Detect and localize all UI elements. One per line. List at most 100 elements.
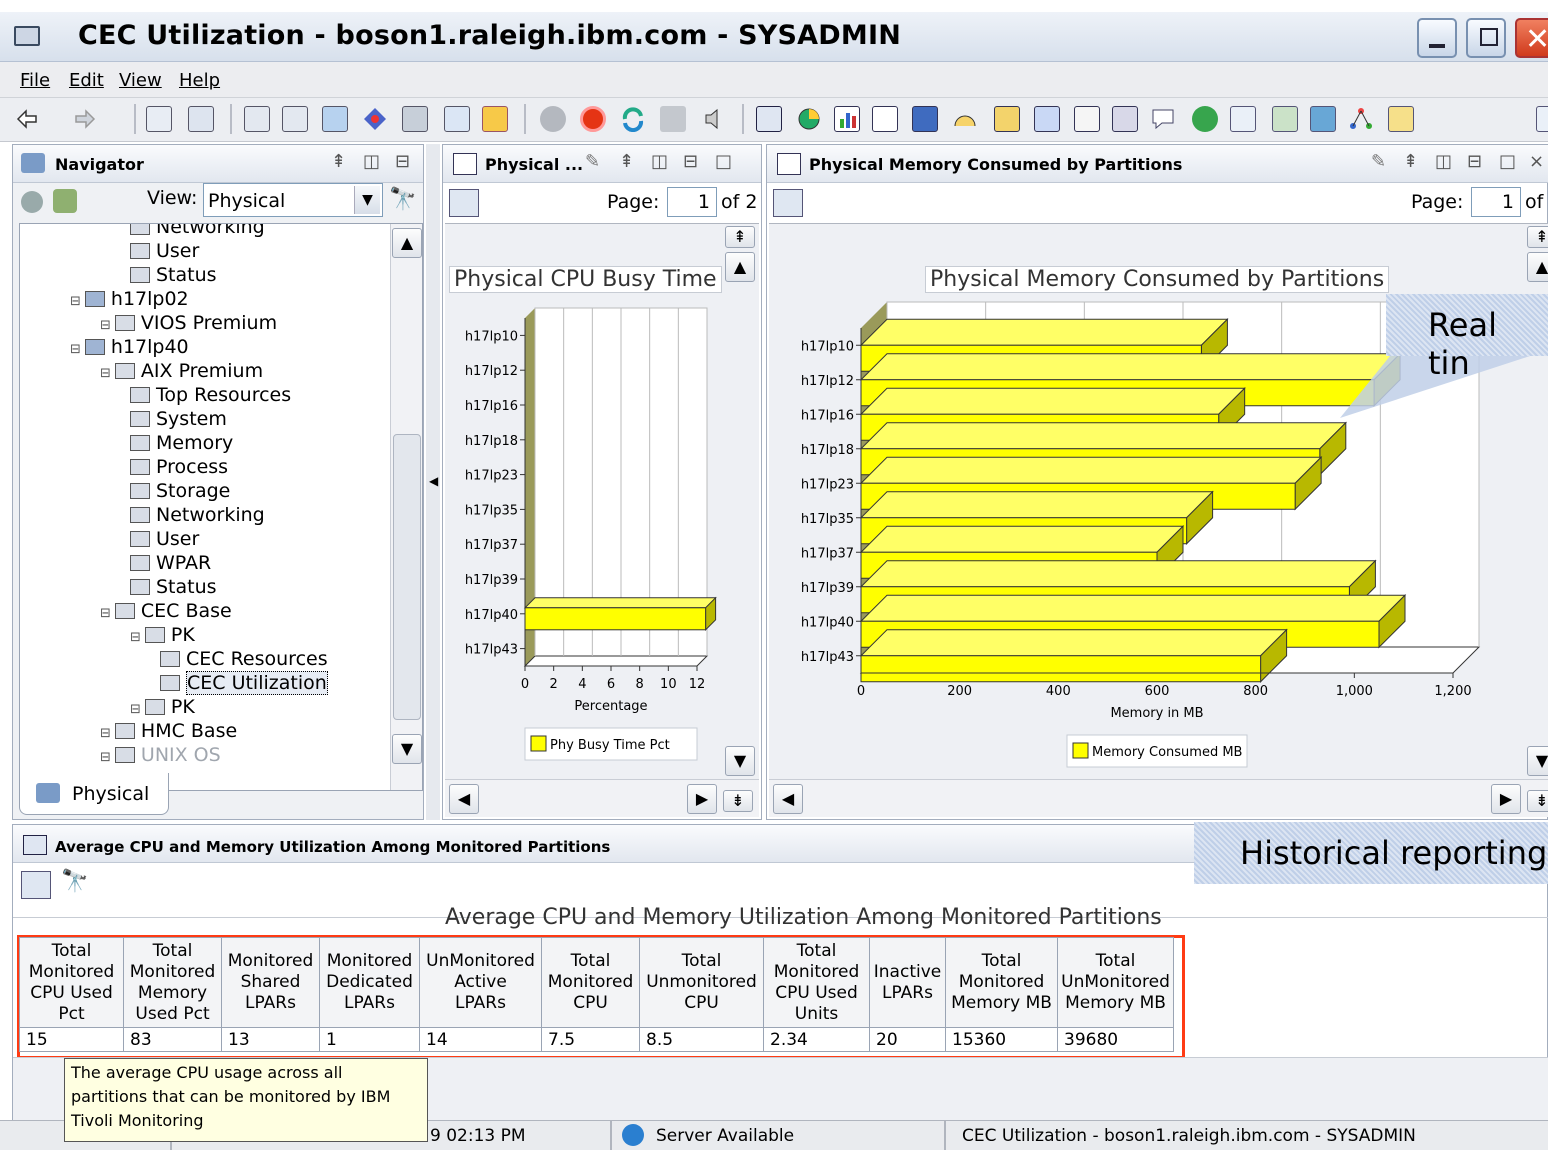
layout-table-icon[interactable] [1388,106,1414,132]
tree-item[interactable]: ⊟ h17lp02 [70,288,189,310]
chevron-down-icon[interactable]: ▼ [354,186,380,214]
column-header[interactable]: UnMonitored Active LPARs [419,937,542,1028]
collapse-left-icon[interactable]: ◀ [429,474,438,488]
split-horizontal-icon[interactable]: ⊟ [683,151,698,172]
topology-icon[interactable] [1310,106,1336,132]
find-icon[interactable]: 🔭 [389,187,416,212]
menu-edit[interactable]: Edit [69,70,104,91]
split-vertical-icon[interactable]: ◫ [363,151,380,172]
message-icon[interactable] [1150,106,1176,132]
tree-item[interactable]: Top Resources [130,384,291,406]
scroll-left-icon[interactable]: ◀ [773,784,803,814]
tree-scroll-thumb[interactable] [393,434,421,720]
back-icon[interactable] [14,106,40,132]
column-header[interactable]: Total UnMonitored Memory MB [1057,937,1174,1028]
new-workspace-icon[interactable] [146,106,172,132]
tree-item[interactable]: Memory [130,432,233,454]
edit-icon[interactable]: ✎ [585,151,600,172]
splitter[interactable]: ◀ [426,144,440,820]
edit-icon[interactable]: ✎ [1371,151,1386,172]
maximize-icon[interactable]: ⇞ [1403,151,1418,172]
graph-icon[interactable] [1348,106,1374,132]
column-header[interactable]: Total Monitored Memory MB [945,937,1058,1028]
tree-item[interactable]: System [130,408,227,430]
save-icon[interactable] [188,106,214,132]
forward-icon[interactable] [72,106,98,132]
notepad-icon[interactable] [1034,106,1060,132]
area-chart-icon[interactable] [912,106,938,132]
scroll-up-icon[interactable]: ▲ [392,228,422,258]
menu-help[interactable]: Help [179,70,220,91]
tree-item[interactable]: CEC Resources [160,648,328,670]
plot-chart-icon[interactable] [872,106,898,132]
situation-editor-icon[interactable] [282,106,308,132]
split-vertical-icon[interactable]: ◫ [651,151,668,172]
tree-item[interactable]: Networking [130,224,265,238]
scroll-top-icon[interactable]: ⇞ [725,226,755,248]
tree-scrollbar[interactable]: ▲ ▼ [390,224,422,790]
tree-item[interactable]: Process [130,456,228,478]
timeline-icon[interactable] [1230,106,1256,132]
column-header[interactable]: Total Unmonitored CPU [639,937,764,1028]
tree-item[interactable]: Status [130,576,217,598]
scroll-bottom-icon[interactable]: ⇟ [723,790,753,812]
tree-item[interactable]: ⊟ h17lp40 [70,336,189,358]
layout-icon[interactable] [482,106,508,132]
users-icon[interactable] [402,106,428,132]
tab-physical[interactable]: Physical [19,773,169,815]
expander-icon[interactable]: ⊟ [100,366,111,381]
column-header[interactable]: Monitored Shared LPARs [221,937,320,1028]
split-horizontal-icon[interactable]: ⊟ [395,151,410,172]
tree-item[interactable]: ⊟ PK [130,624,195,646]
scroll-up-icon[interactable]: ▲ [1527,252,1548,282]
tree-item[interactable]: User [130,240,199,262]
column-header[interactable]: Total Monitored CPU Used Pct [19,937,124,1028]
menu-view[interactable]: View [119,70,162,91]
column-header[interactable]: Monitored Dedicated LPARs [319,937,420,1028]
restore-button[interactable] [1466,18,1506,58]
split-vertical-icon[interactable]: ◫ [1435,151,1452,172]
split-horizontal-icon[interactable]: ⊟ [1467,151,1482,172]
scroll-down-icon[interactable]: ▼ [392,734,422,764]
home-icon[interactable] [660,106,686,132]
scroll-down-icon[interactable]: ▼ [1527,746,1548,776]
expander-icon[interactable]: ⊟ [100,726,111,741]
expander-icon[interactable]: ⊟ [100,318,111,333]
column-header[interactable]: Total Monitored CPU [541,937,640,1028]
maximize-window-icon[interactable]: □ [715,151,732,172]
view-select[interactable]: Physical ▼ [203,183,383,217]
scroll-top-icon[interactable]: ⇞ [1527,226,1548,248]
expander-icon[interactable]: ⊟ [130,630,141,645]
cpu-hscrollbar[interactable]: ◀ ▶ ⇟ [445,779,759,817]
tree-item[interactable]: ⊟ VIOS Premium [100,312,277,334]
sound-icon[interactable] [700,106,726,132]
column-header[interactable]: Total Monitored CPU Used Units [763,937,870,1028]
tree-item[interactable]: User [130,528,199,550]
event-console-icon[interactable] [1074,106,1100,132]
tree-item[interactable]: CEC Utilization [160,671,328,695]
expander-icon[interactable]: ⊟ [100,606,111,621]
pause-icon[interactable] [540,106,566,132]
column-header[interactable]: Inactive LPARs [869,937,946,1028]
query-editor-icon[interactable] [322,106,348,132]
tree-item[interactable]: ⊟ CEC Base [100,600,232,622]
stop-icon[interactable] [580,106,606,132]
properties-icon[interactable] [244,106,270,132]
scroll-right-icon[interactable]: ▶ [687,784,717,814]
tree-item[interactable]: ⊟ AIX Premium [100,360,263,382]
terminal-icon[interactable] [1112,106,1138,132]
tree-item[interactable]: ⊟ UNIX OS [100,744,221,766]
find-icon[interactable]: 🔭 [61,869,88,894]
policy-icon[interactable] [362,106,388,132]
table-view-icon[interactable] [756,106,782,132]
image-icon[interactable] [1272,106,1298,132]
scroll-bottom-icon[interactable]: ⇟ [1527,790,1548,812]
tree-item[interactable]: ⊟ HMC Base [100,720,237,742]
maximize-window-icon[interactable]: □ [1499,151,1516,172]
tree-item[interactable]: Status [130,264,217,286]
tree-item[interactable]: ⊟ PK [130,696,195,718]
maximize-icon[interactable]: ⇞ [619,151,634,172]
time-span-icon[interactable] [449,189,479,217]
browser-icon[interactable] [1192,106,1218,132]
expander-icon[interactable]: ⊟ [130,702,141,717]
